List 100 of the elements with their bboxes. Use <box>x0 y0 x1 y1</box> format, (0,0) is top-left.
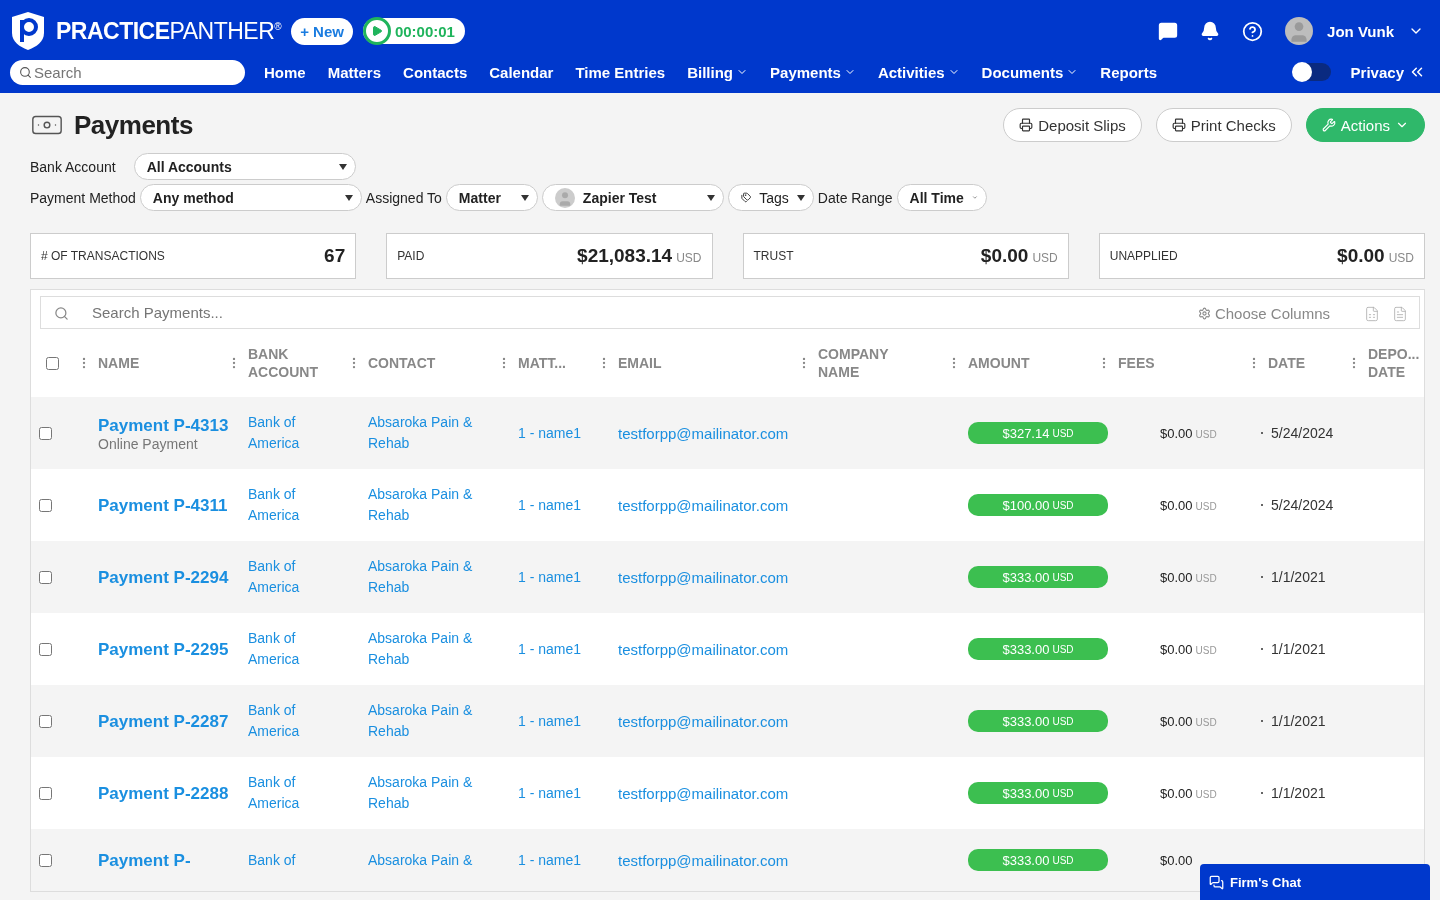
nav-link[interactable]: Time Entries <box>564 63 677 81</box>
nav-link[interactable]: Home <box>253 63 317 81</box>
email-link[interactable]: testforpp@mailinator.com <box>618 638 811 660</box>
play-button[interactable] <box>362 17 391 45</box>
bank-link[interactable]: Bank of <box>248 849 328 871</box>
contact-link[interactable]: Absaroka Pain & Rehab <box>368 484 508 526</box>
date-range-select[interactable]: All Time <box>896 184 987 211</box>
filter-label: Payment Method <box>30 189 136 206</box>
payment-link[interactable]: Payment P-2287 <box>98 710 238 732</box>
contact-link[interactable]: Absaroka Pain & Rehab <box>368 412 508 454</box>
search-field[interactable]: Search <box>10 59 245 85</box>
bell-icon[interactable] <box>1200 21 1221 41</box>
payment-link[interactable]: Payment P-2294 <box>98 566 238 588</box>
payment-link[interactable]: Payment P-4311 <box>98 494 238 516</box>
bank-link[interactable]: Bank of America <box>248 772 328 814</box>
contact-select[interactable]: Zapier Test <box>541 184 724 211</box>
avatar-icon <box>1285 17 1314 45</box>
fees-text: $0.00 USD <box>1159 785 1218 801</box>
nav-link[interactable]: Reports <box>1089 63 1168 81</box>
email-link[interactable]: testforpp@mailinator.com <box>618 422 811 444</box>
email-link[interactable]: testforpp@mailinator.com <box>618 566 811 588</box>
amount-badge: $333.00 USD <box>968 782 1108 804</box>
choose-columns-button[interactable]: Choose Columns <box>1191 304 1336 323</box>
fees-text: $0.00 USD <box>1159 569 1218 585</box>
amount-badge: $100.00 USD <box>968 494 1108 516</box>
amount-badge: $333.00 USD <box>968 710 1108 732</box>
stat-value: $21,083.14 <box>577 245 673 267</box>
amount-badge: $333.00 USD <box>968 849 1108 871</box>
payment-link[interactable]: Payment P-4313 <box>98 414 238 436</box>
new-button[interactable]: + New <box>291 17 353 45</box>
payment-link[interactable]: Payment P-2288 <box>98 782 238 804</box>
row-checkbox[interactable] <box>39 853 52 867</box>
select-all-checkbox[interactable] <box>46 356 59 370</box>
row-checkbox[interactable] <box>39 786 52 800</box>
firms-chat-button[interactable]: Firm's Chat <box>1200 864 1430 900</box>
nav-link[interactable]: Matters <box>316 63 393 81</box>
matter-link[interactable]: 1 - name1 <box>518 710 611 732</box>
matter-link[interactable]: 1 - name1 <box>518 422 611 444</box>
nav-link[interactable]: Activities <box>866 63 971 81</box>
print-button[interactable]: Print Checks <box>1155 108 1292 142</box>
gear-icon <box>1197 307 1211 320</box>
nav-link[interactable]: Calendar <box>478 63 565 81</box>
stat-label: TRUST <box>753 249 794 263</box>
email-link[interactable]: testforpp@mailinator.com <box>618 782 811 804</box>
printer-icon <box>1019 118 1034 132</box>
fees-text: $0.00 USD <box>1159 425 1218 441</box>
currency-label: USD <box>1032 251 1058 265</box>
contact-link[interactable]: Absaroka Pain & Rehab <box>368 556 508 598</box>
date-text: 1/1/2021 <box>1271 569 1326 585</box>
email-link[interactable]: testforpp@mailinator.com <box>618 710 811 732</box>
nav-link[interactable]: Contacts <box>392 63 479 81</box>
contact-link[interactable]: Absaroka Pain & Rehab <box>368 628 508 670</box>
email-link[interactable]: testforpp@mailinator.com <box>618 494 811 516</box>
row-checkbox[interactable] <box>39 498 52 512</box>
matter-link[interactable]: 1 - name1 <box>518 494 611 516</box>
nav-link[interactable]: Payments <box>759 63 867 81</box>
tags-select[interactable]: Tags <box>727 184 814 211</box>
contact-link[interactable]: Absaroka Pain & Rehab <box>368 700 508 742</box>
contact-link[interactable]: Absaroka Pain & <box>368 849 508 871</box>
stat-value: 67 <box>324 245 346 267</box>
search-icon <box>19 65 32 79</box>
column-header: FEES <box>1118 354 1156 372</box>
matter-link[interactable]: 1 - name1 <box>518 638 611 660</box>
user-menu[interactable]: Jon Vunk <box>1279 16 1430 46</box>
timer-text: 00:00:01 <box>394 22 455 40</box>
payment-link[interactable]: Payment P-2295 <box>98 638 238 660</box>
matter-link[interactable]: 1 - name1 <box>518 849 611 871</box>
fees-text: $0.00 USD <box>1159 497 1218 513</box>
help-icon[interactable] <box>1242 20 1264 42</box>
avatar-icon <box>554 187 575 208</box>
bank-link[interactable]: Bank of America <box>248 412 328 454</box>
printer-icon <box>1171 118 1186 132</box>
matter-link[interactable]: 1 - name1 <box>518 782 611 804</box>
print-button[interactable]: Deposit Slips <box>1003 108 1142 142</box>
column-header: CONTACT <box>368 354 437 372</box>
actions-button[interactable]: Actions <box>1305 108 1425 142</box>
payment-link[interactable]: Payment P- <box>98 849 238 871</box>
chat-icon[interactable] <box>1158 21 1179 41</box>
assigned-to-select[interactable]: Matter <box>445 184 538 211</box>
nav-link[interactable]: Documents <box>970 63 1090 81</box>
bank-link[interactable]: Bank of America <box>248 700 328 742</box>
shield-logo <box>10 11 46 51</box>
bank-link[interactable]: Bank of America <box>248 556 328 598</box>
privacy-button[interactable]: Privacy <box>1350 63 1430 81</box>
email-link[interactable]: testforpp@mailinator.com <box>618 849 811 871</box>
tags-icon <box>740 190 752 205</box>
row-checkbox[interactable] <box>39 642 52 656</box>
bank-link[interactable]: Bank of America <box>248 484 328 526</box>
column-header: MATT... <box>518 354 567 372</box>
nav-link[interactable]: Billing <box>676 63 760 81</box>
matter-link[interactable]: 1 - name1 <box>518 566 611 588</box>
bank-account-select[interactable]: All Accounts <box>133 153 356 180</box>
payment-method-select[interactable]: Any method <box>139 184 362 211</box>
currency-label: USD <box>676 251 702 265</box>
bank-link[interactable]: Bank of America <box>248 628 328 670</box>
contact-link[interactable]: Absaroka Pain & Rehab <box>368 772 508 814</box>
row-checkbox[interactable] <box>39 426 52 440</box>
row-checkbox[interactable] <box>39 570 52 584</box>
row-checkbox[interactable] <box>39 714 52 728</box>
privacy-toggle[interactable] <box>1292 63 1331 81</box>
